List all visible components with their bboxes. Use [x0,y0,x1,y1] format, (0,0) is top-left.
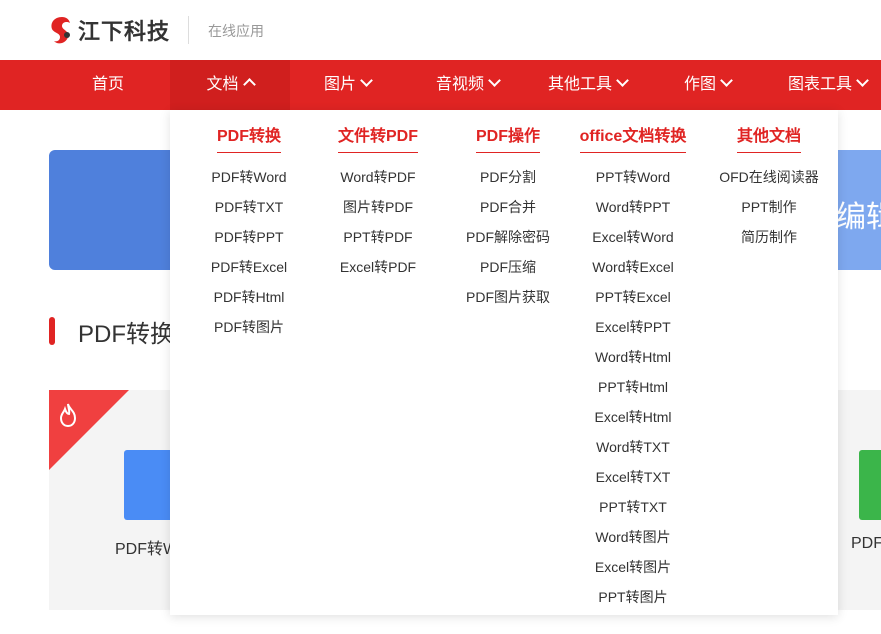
menu-item[interactable]: PDF转Html [193,286,305,316]
flame-icon [59,403,77,428]
menu-item[interactable]: 图片转PDF [323,196,433,226]
nav-label: 图表工具 [788,76,853,93]
menu-item[interactable]: Word转Html [573,346,693,376]
card-label: PDF [851,535,881,552]
nav-label: 文档 [206,76,239,93]
menu-column-office-convert: office文档转换 PPT转Word Word转PPT Excel转Word Wor… [573,110,693,616]
menu-column-pdf-convert: PDF转换 PDF转Word PDF转TXT PDF转PPT PDF转Excel PDF… [193,110,305,346]
nav-label: 音视频 [436,76,485,93]
menu-item[interactable]: Word转PDF [323,166,433,196]
menu-item[interactable]: 简历制作 [709,226,829,256]
menu-item[interactable]: PPT制作 [709,196,829,226]
menu-item[interactable]: PDF解除密码 [453,226,563,256]
menu-item[interactable]: PPT转Excel [573,286,693,316]
menu-item[interactable]: Word转TXT [573,436,693,466]
logo-icon [51,17,70,44]
menu-item[interactable]: PPT转TXT [573,496,693,526]
docs-dropdown-menu: PDF转换 PDF转Word PDF转TXT PDF转PPT PDF转Excel PDF… [170,110,838,615]
main-nav: 首页 文档 图片 音视频 其他工具 作图 图表工具 [0,60,881,110]
menu-item[interactable]: Word转Excel [573,256,693,286]
chevron-down-icon [856,74,869,87]
menu-item[interactable]: PDF图片获取 [453,286,563,316]
menu-item[interactable]: PDF转PPT [193,226,305,256]
header-divider [188,16,189,44]
nav-item-home[interactable]: 首页 [92,60,124,110]
banner[interactable] [49,150,179,270]
chevron-down-icon [616,74,629,87]
section-title: PDF转换 [78,321,174,348]
menu-item[interactable]: PPT转PDF [323,226,433,256]
menu-column-title: PDF操作 [475,122,540,153]
menu-item[interactable]: PDF转Word [193,166,305,196]
card-label: PDF转W [115,541,179,558]
nav-item-other-tools[interactable]: 其他工具 [548,60,629,110]
menu-column-title: 文件转PDF [337,122,418,153]
nav-item-images[interactable]: 图片 [324,60,373,110]
menu-item[interactable]: OFD在线阅读器 [709,166,829,196]
nav-item-drawing[interactable]: 作图 [684,60,733,110]
menu-column-pdf-ops: PDF操作 PDF分割 PDF合并 PDF解除密码 PDF压缩 PDF图片获取 [453,110,563,316]
menu-item[interactable]: PDF分割 [453,166,563,196]
menu-item[interactable]: PPT转Word [573,166,693,196]
menu-item[interactable]: PPT转图片 [573,586,693,616]
menu-item[interactable]: Excel转Html [573,406,693,436]
site-header: 江下科技 在线应用 [0,0,881,60]
banner-text: 编辑 [836,201,881,234]
chevron-up-icon [242,78,256,91]
header-subtitle: 在线应用 [208,23,264,39]
chevron-down-icon [488,74,501,87]
nav-label: 图片 [324,76,357,93]
menu-column-file-to-pdf: 文件转PDF Word转PDF 图片转PDF PPT转PDF Excel转PDF [323,110,433,286]
menu-column-other-docs: 其他文档 OFD在线阅读器 PPT制作 简历制作 [709,110,829,256]
nav-label: 其他工具 [548,76,613,93]
menu-item[interactable]: PDF转TXT [193,196,305,226]
menu-item[interactable]: PDF合并 [453,196,563,226]
chevron-down-icon [720,74,733,87]
tool-card[interactable]: PDF [836,390,881,610]
nav-item-docs[interactable]: 文档 [170,60,290,110]
menu-item[interactable]: Word转图片 [573,526,693,556]
menu-item[interactable]: PDF转图片 [193,316,305,346]
pdf-to-excel-icon [859,450,881,520]
menu-item[interactable]: Excel转Word [573,226,693,256]
chevron-down-icon [360,74,373,87]
logo-text: 江下科技 [78,19,171,44]
menu-item[interactable]: PDF转Excel [193,256,305,286]
menu-item[interactable]: Excel转图片 [573,556,693,586]
menu-item[interactable]: PDF压缩 [453,256,563,286]
menu-item[interactable]: Excel转PPT [573,316,693,346]
site-logo[interactable]: 江下科技 [48,14,170,46]
menu-item[interactable]: Excel转TXT [573,466,693,496]
menu-column-title: PDF转换 [216,122,281,153]
nav-label: 首页 [92,76,125,93]
menu-item[interactable]: Excel转PDF [323,256,433,286]
section-accent [49,317,55,345]
menu-column-title: office文档转换 [579,122,687,153]
menu-column-title: 其他文档 [736,122,801,153]
nav-item-chart-tools[interactable]: 图表工具 [788,60,869,110]
nav-label: 作图 [684,76,717,93]
menu-item[interactable]: Word转PPT [573,196,693,226]
menu-item[interactable]: PPT转Html [573,376,693,406]
nav-item-audio-video[interactable]: 音视频 [436,60,501,110]
